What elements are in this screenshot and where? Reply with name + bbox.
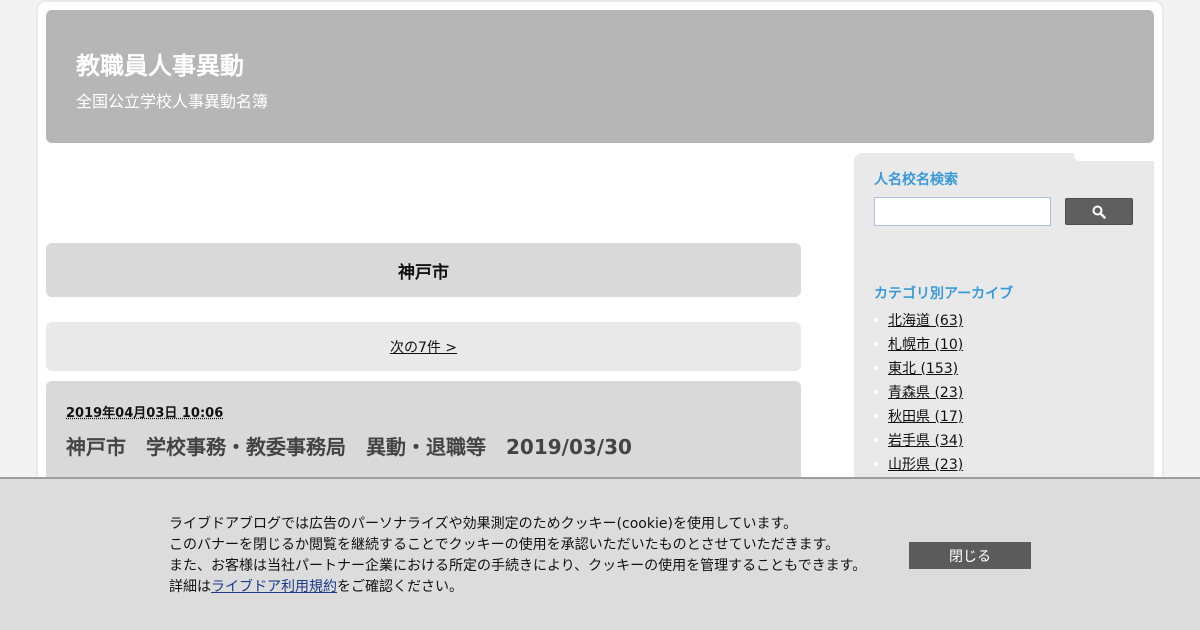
category-title: 神戸市 bbox=[46, 243, 801, 297]
list-item: 秋田県 (17) bbox=[874, 404, 963, 428]
article-card: 2019年04月03日 10:06 神戸市 学校事務・教委事務局 異動・退職等 … bbox=[46, 381, 801, 477]
list-item: 青森県 (23) bbox=[874, 380, 963, 404]
archive-heading: カテゴリ別アーカイブ bbox=[874, 286, 1014, 302]
list-item: 山形県 (23) bbox=[874, 452, 963, 476]
sidebar: 人名校名検索 カテゴリ別アーカイブ 北海道 (63) 札幌市 (10) 東北 (… bbox=[854, 153, 1154, 483]
archive-link[interactable]: 山形県 (23) bbox=[888, 454, 963, 474]
cookie-detail-prefix: 詳細は bbox=[169, 579, 211, 595]
list-item: 東北 (153) bbox=[874, 356, 963, 380]
search-heading: 人名校名検索 bbox=[874, 172, 958, 188]
archive-link[interactable]: 岩手県 (34) bbox=[888, 430, 963, 450]
search-input[interactable] bbox=[874, 197, 1051, 226]
bullet-icon bbox=[874, 366, 878, 370]
close-button[interactable]: 閉じる bbox=[909, 542, 1031, 569]
cookie-message: ライブドアブログでは広告のパーソナライズや効果測定のためクッキー(cookie)… bbox=[169, 514, 889, 598]
cookie-banner: ライブドアブログでは広告のパーソナライズや効果測定のためクッキー(cookie)… bbox=[0, 477, 1200, 630]
terms-link[interactable]: ライブドア利用規約 bbox=[211, 579, 337, 595]
bullet-icon bbox=[874, 462, 878, 466]
bullet-icon bbox=[874, 318, 878, 322]
archive-link[interactable]: 北海道 (63) bbox=[888, 310, 963, 330]
list-item: 北海道 (63) bbox=[874, 308, 963, 332]
list-item: 岩手県 (34) bbox=[874, 428, 963, 452]
article-date[interactable]: 2019年04月03日 10:06 bbox=[66, 402, 223, 421]
bullet-icon bbox=[874, 342, 878, 346]
pagination-bar: 次の7件 > bbox=[46, 322, 801, 371]
archive-link[interactable]: 青森県 (23) bbox=[888, 382, 963, 402]
cookie-line: ライブドアブログでは広告のパーソナライズや効果測定のためクッキー(cookie)… bbox=[169, 516, 798, 532]
bullet-icon bbox=[874, 390, 878, 394]
cookie-line: このバナーを閉じるか閲覧を継続することでクッキーの使用を承認いただいたものとさせ… bbox=[169, 537, 840, 553]
search-icon bbox=[1092, 205, 1106, 219]
sidebar-notch bbox=[1074, 153, 1154, 161]
cookie-line: 詳細はライブドア利用規約をご確認ください。 bbox=[169, 577, 889, 598]
blog-title[interactable]: 教職員人事異動 bbox=[76, 46, 244, 81]
bullet-icon bbox=[874, 438, 878, 442]
archive-link[interactable]: 札幌市 (10) bbox=[888, 334, 963, 354]
list-item: 札幌市 (10) bbox=[874, 332, 963, 356]
bullet-icon bbox=[874, 414, 878, 418]
blog-subtitle: 全国公立学校人事異動名簿 bbox=[76, 92, 269, 111]
archive-link[interactable]: 東北 (153) bbox=[888, 358, 958, 378]
cookie-line: また、お客様は当社パートナー企業における所定の手続きにより、クッキーの使用を管理… bbox=[169, 558, 867, 574]
archive-link[interactable]: 秋田県 (17) bbox=[888, 406, 963, 426]
blog-header: 教職員人事異動 全国公立学校人事異動名簿 bbox=[46, 10, 1154, 143]
cookie-detail-suffix: をご確認ください。 bbox=[337, 579, 463, 595]
article-title[interactable]: 神戸市 学校事務・教委事務局 異動・退職等 2019/03/30 bbox=[66, 431, 632, 460]
next-page-link[interactable]: 次の7件 > bbox=[390, 337, 457, 357]
archive-list: 北海道 (63) 札幌市 (10) 東北 (153) 青森県 (23) 秋田県 … bbox=[874, 308, 963, 476]
search-button[interactable] bbox=[1065, 198, 1133, 225]
